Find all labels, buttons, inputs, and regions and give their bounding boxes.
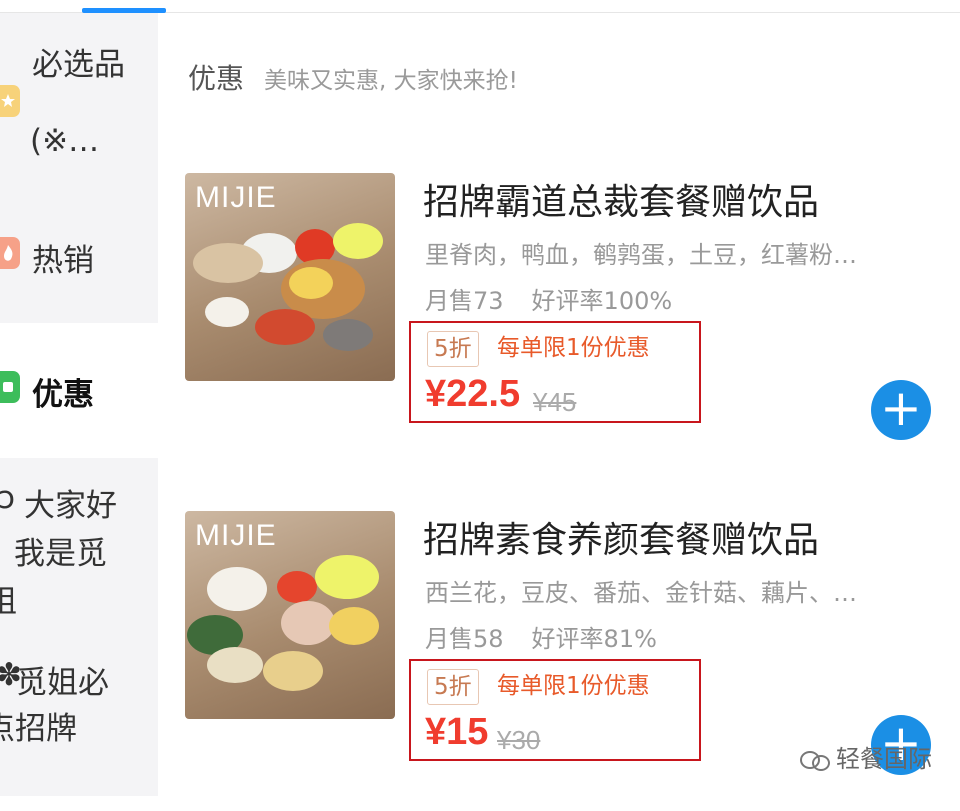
sidebar-item-label: 姐 — [0, 584, 17, 620]
sidebar-item-label: 我是觅 — [14, 536, 107, 572]
sidebar-item-label: 热销 — [32, 243, 94, 279]
promo-text: 每单限1份优惠 — [497, 673, 650, 699]
sidebar-item-label: 必选品 — [32, 47, 125, 83]
sidebar-item-label: (※… — [30, 123, 100, 159]
brand-logo: MIJIE — [195, 519, 277, 552]
product-name[interactable]: 招牌霸道总裁套餐赠饮品 — [423, 173, 819, 225]
discount-badge: 5折 — [427, 669, 479, 705]
product-image[interactable]: MIJIE — [185, 511, 395, 719]
product-description: 里脊肉，鸭血，鹌鹑蛋，土豆，红薯粉… — [425, 241, 857, 269]
flame-icon — [0, 237, 20, 269]
product-stats: 月售73 好评率100% — [425, 281, 672, 316]
sidebar-item-label: 优惠 — [32, 377, 94, 413]
sidebar-item-label: 点招牌 — [0, 711, 77, 747]
original-price: ¥30 — [497, 725, 541, 755]
product-name[interactable]: 招牌素食养颜套餐赠饮品 — [423, 511, 819, 563]
sidebar-item-discount[interactable]: 优惠 — [0, 323, 158, 458]
price: ¥22.5 — [425, 373, 521, 415]
sidebar-item-label: 觅姐必 — [16, 665, 109, 701]
add-to-cart-button[interactable]: + — [871, 380, 931, 440]
product-description: 西兰花，豆皮、番茄、金针菇、藕片、… — [425, 579, 857, 607]
watermark: 轻餐国际 — [800, 739, 932, 774]
product-stats: 月售58 好评率81% — [425, 619, 657, 654]
star-icon — [0, 85, 20, 117]
product-list: 优惠 美味又实惠, 大家快来抢! MIJIE 招牌霸道总裁套餐赠饮品 里脊肉，鸭… — [158, 13, 960, 796]
sidebar-item-label: 大家好 — [24, 488, 117, 524]
discount-badge: 5折 — [427, 331, 479, 367]
discount-icon — [0, 371, 20, 403]
original-price: ¥45 — [533, 387, 577, 417]
promo-highlight-box: 5折 每单限1份优惠 ¥22.5 ¥45 — [409, 321, 701, 423]
wechat-icon — [800, 749, 830, 771]
product-card[interactable]: MIJIE 招牌霸道总裁套餐赠饮品 里脊肉，鸭血，鹌鹑蛋，土豆，红薯粉… 月售7… — [158, 173, 960, 473]
watermark-text: 轻餐国际 — [836, 745, 932, 773]
price: ¥15 — [425, 711, 489, 753]
monthly-sales: 月售73 — [425, 287, 504, 315]
rating: 好评率100% — [531, 287, 673, 315]
monthly-sales: 月售58 — [425, 625, 504, 653]
sidebar-item-hot[interactable]: 热销 — [0, 193, 158, 323]
category-sidebar: 必选品 (※… 热销 优惠 ↄ 大家好 我是觅 姐 ✽ 觅姐必 点招牌 — [0, 13, 158, 796]
product-image[interactable]: MIJIE — [185, 173, 395, 381]
rating: 好评率81% — [531, 625, 657, 653]
section-subtitle: 美味又实惠, 大家快来抢! — [264, 68, 518, 94]
section-title: 优惠 — [188, 62, 245, 95]
promo-text: 每单限1份优惠 — [497, 335, 650, 361]
swirl-icon: ↄ — [0, 480, 16, 516]
sidebar-item-signature[interactable]: ✽ 觅姐必 点招牌 — [0, 643, 158, 796]
promo-highlight-box: 5折 每单限1份优惠 ¥15 ¥30 — [409, 659, 701, 761]
brand-logo: MIJIE — [195, 181, 277, 214]
sidebar-item-greeting[interactable]: ↄ 大家好 我是觅 姐 — [0, 458, 158, 643]
sidebar-item-required[interactable]: 必选品 (※… — [0, 13, 158, 193]
